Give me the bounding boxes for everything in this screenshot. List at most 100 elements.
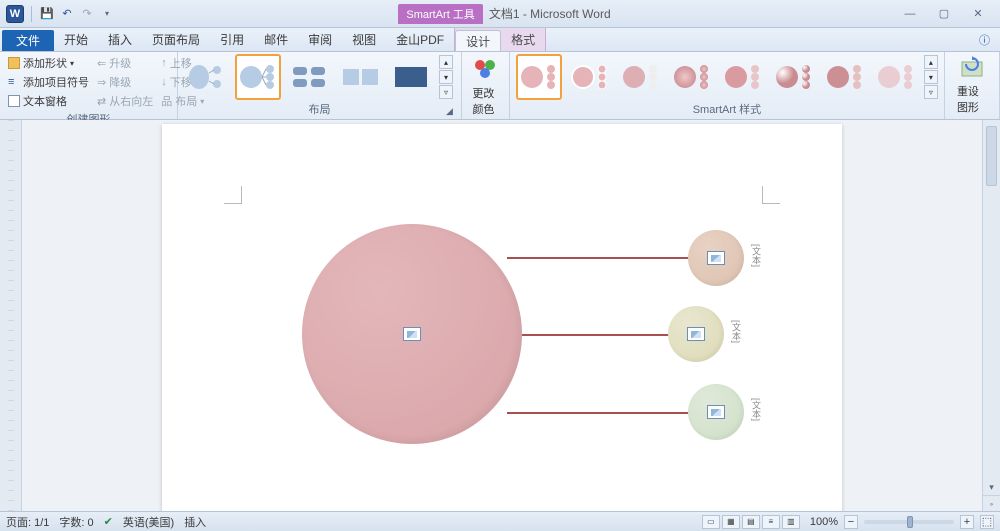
help-icon[interactable]: ⓘ <box>969 28 1000 51</box>
style-option-2[interactable] <box>567 54 613 100</box>
tab-references[interactable]: 引用 <box>210 28 254 51</box>
gallery-down-button[interactable]: ▾ <box>439 70 453 84</box>
tab-smartart-design[interactable]: 设计 <box>455 30 501 51</box>
picture-placeholder-icon[interactable] <box>707 251 725 265</box>
quick-access-toolbar: W 💾 ↶ ↷ ▾ <box>0 5 121 23</box>
undo-icon[interactable]: ↶ <box>59 6 75 22</box>
picture-placeholder-icon[interactable] <box>687 327 705 341</box>
zoom-out-button[interactable]: − <box>844 515 858 529</box>
style-option-8[interactable] <box>873 54 919 100</box>
vertical-scrollbar[interactable]: ▴ ▾ ◦ <box>982 120 1000 511</box>
smartart-graphic[interactable]: [文本] [文本] [文本] <box>282 224 782 454</box>
tab-review[interactable]: 审阅 <box>298 28 342 51</box>
group-reset: 重设图形 重置 <box>945 52 1000 119</box>
scroll-down-button[interactable]: ▾ <box>983 479 1000 495</box>
layout-gallery-nav: ▴ ▾ ▿ <box>439 55 453 99</box>
style-gallery-more-button[interactable]: ▿ <box>924 85 938 99</box>
redo-icon[interactable]: ↷ <box>79 6 95 22</box>
style-option-4[interactable] <box>669 54 715 100</box>
style-option-7[interactable] <box>822 54 868 100</box>
maximize-button[interactable]: ▢ <box>932 5 956 23</box>
view-outline-button[interactable]: ≡ <box>762 515 780 529</box>
close-button[interactable]: ✕ <box>966 5 990 23</box>
demote-button[interactable]: ⇒降级 <box>95 73 155 91</box>
vertical-ruler[interactable] <box>0 120 22 511</box>
rtl-icon: ⇄ <box>97 95 106 108</box>
style-option-5[interactable] <box>720 54 766 100</box>
tab-mailings[interactable]: 邮件 <box>254 28 298 51</box>
tab-file[interactable]: 文件 <box>2 30 54 51</box>
connector-2 <box>522 334 670 336</box>
margin-marker-tl <box>224 186 242 204</box>
tab-page-layout[interactable]: 页面布局 <box>142 28 210 51</box>
view-print-layout-button[interactable]: ▭ <box>702 515 720 529</box>
status-insert-mode[interactable]: 插入 <box>184 514 206 530</box>
rtl-button[interactable]: ⇄从右向左 <box>95 92 155 110</box>
layout-option-4[interactable] <box>337 54 383 100</box>
tab-smartart-format[interactable]: 格式 <box>501 28 545 51</box>
layout-option-5[interactable] <box>388 54 434 100</box>
page[interactable]: [文本] [文本] [文本] ⌐ <box>162 124 842 511</box>
tab-home[interactable]: 开始 <box>54 28 98 51</box>
style-option-1-selected[interactable] <box>516 54 562 100</box>
smartart-child-node-1[interactable] <box>688 230 744 286</box>
status-language[interactable]: 英语(美国) <box>123 514 174 530</box>
picture-placeholder-icon[interactable] <box>403 327 421 341</box>
layout-option-1[interactable] <box>184 54 230 100</box>
reset-graphic-button[interactable]: 重设图形 <box>951 54 993 117</box>
style-gallery-nav: ▴ ▾ ▿ <box>924 55 938 99</box>
view-web-button[interactable]: ▤ <box>742 515 760 529</box>
smartart-child-node-2[interactable] <box>668 306 724 362</box>
gallery-up-button[interactable]: ▴ <box>439 55 453 69</box>
view-draft-button[interactable]: ▥ <box>782 515 800 529</box>
zoom-slider-thumb[interactable] <box>907 516 913 528</box>
title-bar: W 💾 ↶ ↷ ▾ SmartArt 工具 文档1 - Microsoft Wo… <box>0 0 1000 28</box>
style-option-6[interactable] <box>771 54 817 100</box>
tab-view[interactable]: 视图 <box>342 28 386 51</box>
save-icon[interactable]: 💾 <box>39 6 55 22</box>
smartart-child-node-3[interactable] <box>688 384 744 440</box>
smartart-main-node[interactable] <box>302 224 522 444</box>
group-create-graphic: 添加形状▾ ≡添加项目符号 文本窗格 ⇐升级 ⇒降级 ⇄从右向左 ↑上移 ↓下移… <box>0 52 178 119</box>
zoom-in-button[interactable]: + <box>960 515 974 529</box>
arrow-left-icon: ⇐ <box>97 57 106 70</box>
group-label-styles: SmartArt 样式 <box>516 100 938 119</box>
document-title: 文档1 - Microsoft Word <box>489 5 611 22</box>
minimize-button[interactable]: — <box>898 5 922 23</box>
zoom-fit-button[interactable]: ⬚ <box>980 515 994 529</box>
tab-insert[interactable]: 插入 <box>98 28 142 51</box>
style-gallery-down-button[interactable]: ▾ <box>924 70 938 84</box>
status-word-count[interactable]: 字数: 0 <box>59 514 93 530</box>
zoom-slider[interactable] <box>864 520 954 524</box>
zoom-level[interactable]: 100% <box>810 516 838 528</box>
style-gallery-up-button[interactable]: ▴ <box>924 55 938 69</box>
dialog-launcher-icon[interactable]: ◢ <box>446 106 453 117</box>
text-pane-button[interactable]: 文本窗格 <box>6 92 91 110</box>
document-area[interactable]: [文本] [文本] [文本] ⌐ <box>22 120 982 511</box>
add-shape-button[interactable]: 添加形状▾ <box>6 54 91 72</box>
add-bullet-button[interactable]: ≡添加项目符号 <box>6 73 91 91</box>
layout-option-2-selected[interactable] <box>235 54 281 100</box>
node-text-placeholder-2[interactable]: [文本] <box>730 320 743 343</box>
ribbon-tabs: 文件 开始 插入 页面布局 引用 邮件 审阅 视图 金山PDF 设计 格式 ⓘ <box>0 28 1000 52</box>
arrow-down-icon: ↓ <box>161 76 167 88</box>
view-fullscreen-button[interactable]: ▦ <box>722 515 740 529</box>
view-buttons: ▭ ▦ ▤ ≡ ▥ <box>702 515 800 529</box>
window-controls: — ▢ ✕ <box>888 5 1000 23</box>
browse-object-button[interactable]: ◦ <box>983 495 1000 511</box>
qat-dropdown-icon[interactable]: ▾ <box>99 6 115 22</box>
node-text-placeholder-3[interactable]: [文本] <box>750 398 763 421</box>
scroll-thumb[interactable] <box>986 126 997 186</box>
promote-button[interactable]: ⇐升级 <box>95 54 155 72</box>
status-page[interactable]: 页面: 1/1 <box>6 514 49 530</box>
layout-option-3[interactable] <box>286 54 332 100</box>
style-option-3[interactable] <box>618 54 664 100</box>
change-colors-button[interactable]: 更改颜色 <box>466 54 504 119</box>
picture-placeholder-icon[interactable] <box>707 405 725 419</box>
bullet-icon: ≡ <box>8 76 20 88</box>
gallery-more-button[interactable]: ▿ <box>439 85 453 99</box>
proofing-icon[interactable]: ✔ <box>104 515 113 528</box>
tab-wps-pdf[interactable]: 金山PDF <box>386 28 454 51</box>
node-text-placeholder-1[interactable]: [文本] <box>750 244 763 267</box>
connector-1 <box>507 257 689 259</box>
